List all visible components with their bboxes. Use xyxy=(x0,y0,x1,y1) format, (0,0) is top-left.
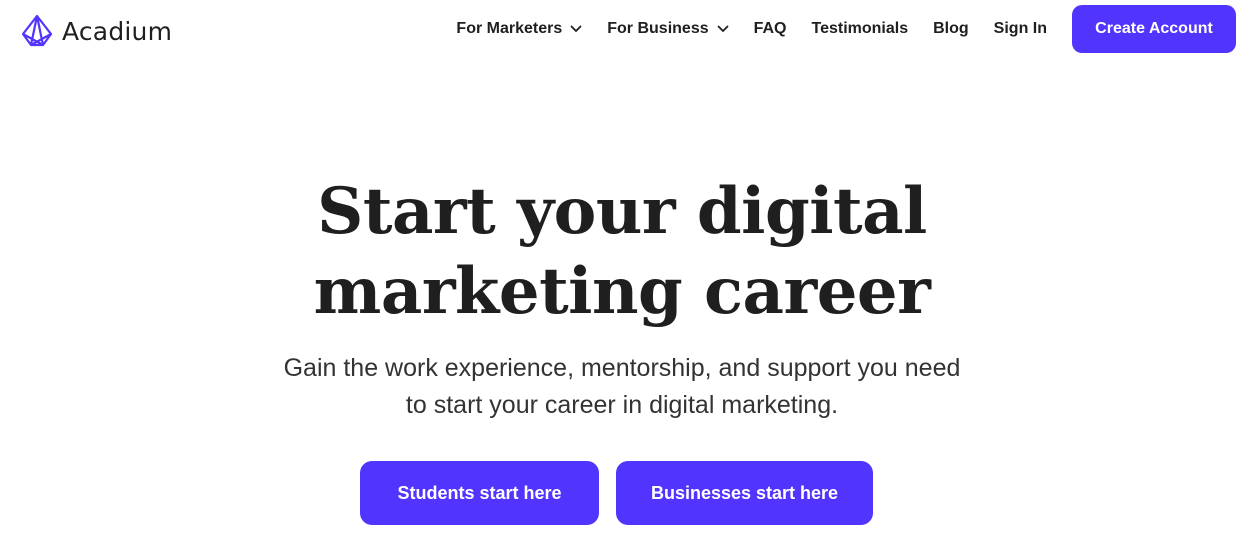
businesses-start-button[interactable]: Businesses start here xyxy=(616,461,873,525)
nav-item-for-marketers[interactable]: For Marketers xyxy=(456,20,582,38)
sign-in-link[interactable]: Sign In xyxy=(994,20,1047,38)
nav-item-label: Blog xyxy=(933,20,969,37)
nav-item-label: Sign In xyxy=(993,20,1047,37)
nav-item-faq[interactable]: FAQ xyxy=(754,20,787,38)
hero-title: Start your digital marketing career xyxy=(0,172,1244,332)
chevron-down-icon xyxy=(570,25,582,32)
main-nav: For Marketers For Business FAQ Testimoni… xyxy=(456,5,1236,53)
hero-subtitle-line-2: to start your career in digital marketin… xyxy=(405,391,839,419)
page: Acadium For Marketers For Business FAQ T… xyxy=(0,0,1244,544)
nav-item-label: Testimonials xyxy=(811,20,909,37)
brand-name: Acadium xyxy=(62,16,173,46)
hero-title-line-2: marketing career xyxy=(313,254,931,329)
chevron-down-icon xyxy=(717,25,729,32)
home-logo-link[interactable]: Acadium xyxy=(20,14,172,48)
students-start-button[interactable]: Students start here xyxy=(360,461,599,525)
nav-item-testimonials[interactable]: Testimonials xyxy=(812,20,909,38)
nav-item-label: FAQ xyxy=(753,20,787,37)
hero-subtitle-line-1: Gain the work experience, mentorship, an… xyxy=(283,354,961,382)
acadium-logo-icon xyxy=(21,14,53,47)
create-account-button[interactable]: Create Account xyxy=(1072,5,1236,53)
hero-subtitle: Gain the work experience, mentorship, an… xyxy=(222,350,1022,424)
hero-title-line-1: Start your digital xyxy=(317,174,927,249)
nav-item-blog[interactable]: Blog xyxy=(933,20,969,38)
site-header: Acadium For Marketers For Business FAQ T… xyxy=(0,0,1244,60)
nav-item-label: For Business xyxy=(607,20,709,37)
nav-item-label: For Marketers xyxy=(456,20,563,37)
nav-item-for-business[interactable]: For Business xyxy=(607,20,729,38)
